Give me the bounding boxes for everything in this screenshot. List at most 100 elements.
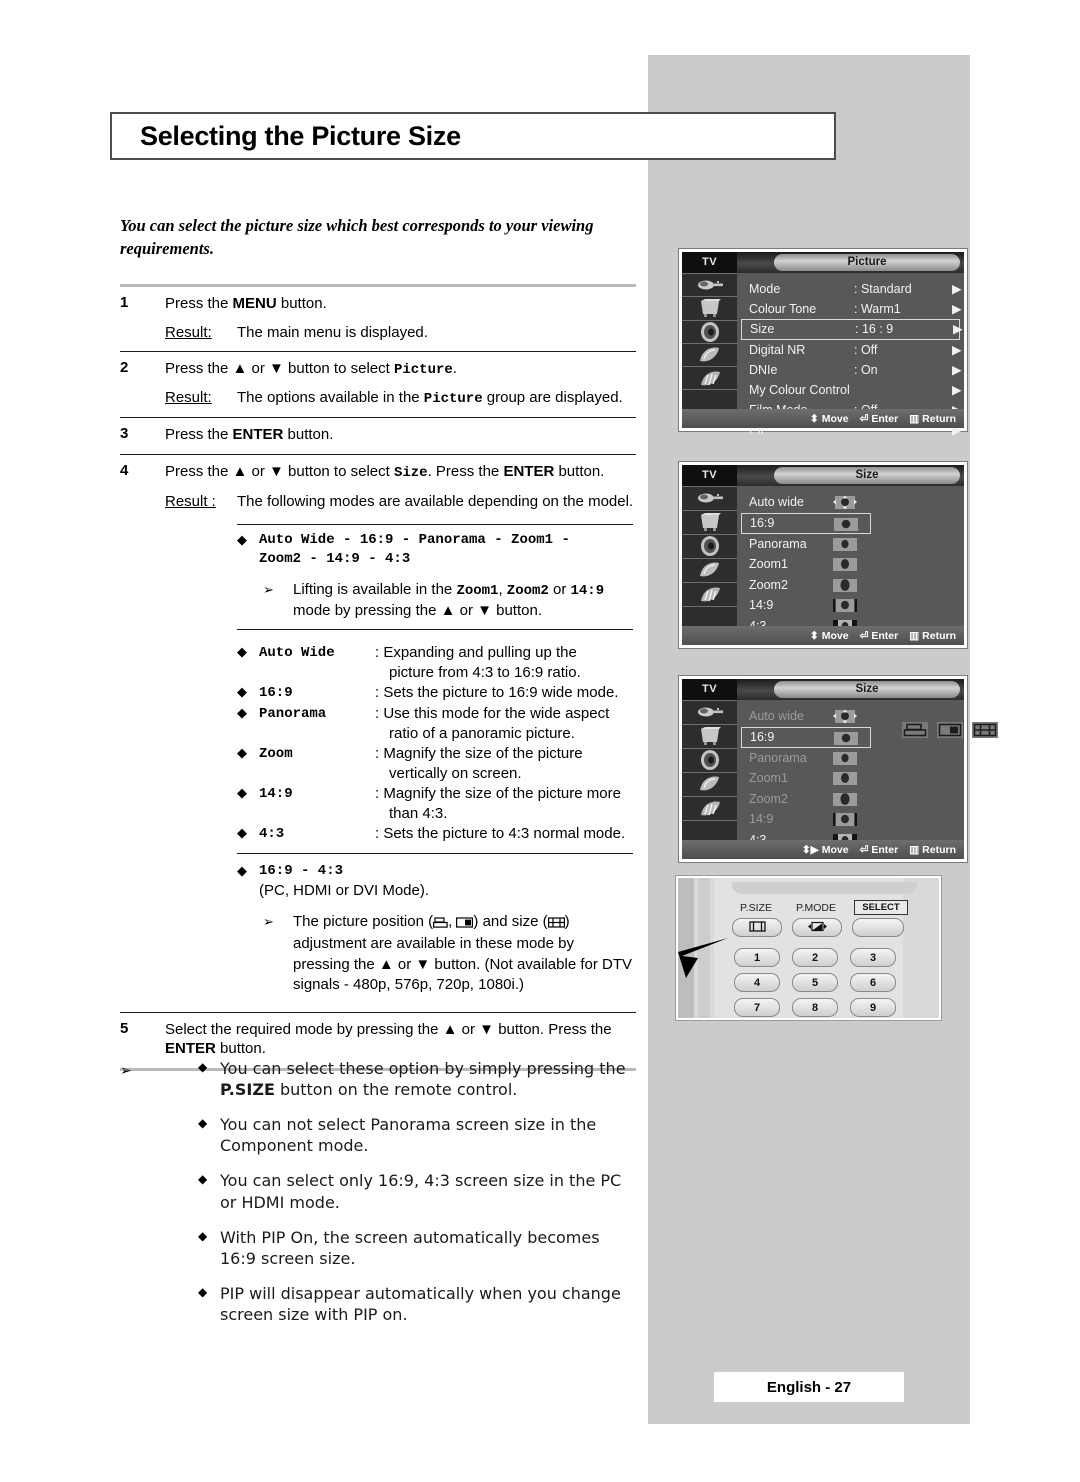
key-1-button[interactable]: 1	[734, 948, 780, 967]
sidebar-channel-icon[interactable]	[682, 344, 737, 368]
instruction-steps: 1 Press the MENU button. Result: The mai…	[120, 284, 636, 1072]
osd-size-row-zoom1[interactable]: Zoom1	[737, 768, 964, 789]
pmode-button[interactable]	[792, 918, 842, 937]
pmode-glyph-icon	[805, 921, 830, 935]
mode-sequence-line1: Auto Wide - 16:9 - Panorama - Zoom1 -	[259, 531, 570, 548]
key-4-button[interactable]: 4	[734, 973, 780, 992]
osd-size-row-panorama[interactable]: Panorama	[737, 534, 964, 555]
sidebar-input-icon[interactable]	[682, 701, 737, 725]
step-1: 1 Press the MENU button. Result: The mai…	[120, 287, 636, 351]
updown-icon: ⬍	[809, 412, 819, 425]
result-text: The main menu is displayed.	[237, 323, 428, 341]
chevron-right-icon: ▶	[952, 302, 962, 316]
sidebar-setup-icon[interactable]	[682, 367, 737, 391]
sidebar-sound-icon[interactable]	[682, 749, 737, 773]
osd-row-digital-nr[interactable]: Digital NR : Off ▶	[737, 340, 964, 360]
osd-row-my-colour-control[interactable]: My Colour Control ▶	[737, 380, 964, 400]
diamond-bullet-icon: ◆	[198, 1228, 208, 1243]
sidebar-picture-icon[interactable]	[682, 725, 737, 749]
key-2-button[interactable]: 2	[792, 948, 838, 967]
mode-definition-list: ◆ Auto Wide : Expanding and pulling up t…	[237, 636, 633, 845]
mode-name: Zoom	[259, 745, 293, 762]
tip-post: mode by pressing the ▲ or ▼ button.	[293, 601, 542, 619]
key-3-button[interactable]: 3	[850, 948, 896, 967]
tip-mono-zoom2: Zoom2	[506, 582, 549, 599]
osd-row-label: 14:9	[749, 598, 774, 612]
step-text-post: button.	[283, 426, 334, 444]
remote-control-illustration: P.SIZE P.MODE SELECT 1 2 3 4 5 6 7 8 9	[675, 875, 942, 1021]
tip-mono-zoom1: Zoom1	[456, 582, 499, 599]
sidebar-picture-icon[interactable]	[682, 297, 737, 321]
sidebar-setup-icon[interactable]	[682, 797, 737, 821]
osd-size-row-169[interactable]: 16:9	[741, 512, 871, 534]
osd-row-value: : Off	[854, 343, 878, 357]
select-button[interactable]	[852, 918, 904, 937]
osd-sidebar	[682, 486, 737, 626]
osd-size-row-zoom2[interactable]: Zoom2	[737, 575, 964, 596]
arrow-bullet-icon: ➢	[263, 581, 274, 597]
sidebar-sound-icon[interactable]	[682, 321, 737, 344]
intro-text: You can select the picture size which be…	[120, 216, 594, 259]
step-3: 3 Press the ENTER button.	[120, 418, 636, 454]
step-result: Result: The main menu is displayed.	[165, 323, 636, 343]
osd-source-label: TV	[682, 252, 737, 273]
sidebar-input-icon[interactable]	[682, 487, 737, 511]
sidebar-setup-icon[interactable]	[682, 583, 737, 607]
osd-footer-enter: Enter	[871, 629, 899, 642]
sidebar-picture-icon[interactable]	[682, 511, 737, 535]
key-7-button[interactable]: 7	[734, 998, 780, 1017]
osd-source-label: TV	[682, 679, 737, 700]
page-title-box: Selecting the Picture Size	[110, 112, 836, 160]
mode-desc: : Sets the picture to 16:9 wide mode.	[375, 683, 619, 701]
key-8-button[interactable]: 8	[792, 998, 838, 1017]
mode-name: Panorama	[259, 705, 327, 722]
osd-size-row-zoom2[interactable]: Zoom2	[737, 789, 964, 810]
sidebar-channel-icon[interactable]	[682, 773, 737, 797]
osd-row-label: DNIe	[749, 363, 778, 377]
osd-row-colour-tone[interactable]: Colour Tone : Warm1 ▶	[737, 299, 964, 319]
chevron-right-icon: ▶	[952, 383, 962, 397]
osd-row-dnie[interactable]: DNIe : On ▶	[737, 360, 964, 380]
osd-size-row-169[interactable]: 16:9	[741, 726, 871, 748]
osd-footer-move: Move	[821, 629, 849, 642]
key-9-button[interactable]: 9	[850, 998, 896, 1017]
diamond-bullet-icon: ◆	[198, 1172, 208, 1187]
step-text-bold: MENU	[232, 295, 277, 312]
key-5-button[interactable]: 5	[792, 973, 838, 992]
osd-titlebar: TV Size	[682, 465, 964, 486]
h-position-icon[interactable]	[937, 722, 963, 743]
osd-footer-enter: Enter	[871, 412, 899, 425]
osd-source-label: TV	[682, 465, 737, 486]
size-adjust-icon[interactable]	[972, 722, 998, 743]
pcmode-tip-c: ) and size (	[473, 912, 548, 930]
psize-button[interactable]	[732, 918, 782, 937]
osd-size-row-149[interactable]: 14:9	[737, 809, 964, 830]
osd-row-value: : 16 : 9	[855, 322, 894, 336]
osd-size-row-panorama[interactable]: Panorama	[737, 748, 964, 769]
osd-row-label: Auto wide	[749, 709, 804, 723]
sidebar-sound-icon[interactable]	[682, 535, 737, 559]
pcmode-block: ◆ 16:9 - 4:3 (PC, HDMI or DVI Mode).	[237, 854, 633, 903]
key-6-button[interactable]: 6	[850, 973, 896, 992]
v-position-icon[interactable]	[902, 722, 928, 743]
sidebar-input-icon[interactable]	[682, 274, 737, 298]
page-footer: English - 27	[714, 1372, 904, 1402]
osd-size-row-zoom1[interactable]: Zoom1	[737, 554, 964, 575]
note-text: With PIP On, the screen automatically be…	[220, 1227, 600, 1268]
mode-definition: ◆ Auto Wide : Expanding and pulling up t…	[237, 636, 633, 683]
result-label: Result:	[165, 323, 212, 341]
mode-desc-cont: vertically on screen.	[389, 764, 522, 782]
osd-row-label: Digital NR	[749, 343, 806, 357]
mode-name: 16:9	[259, 684, 293, 701]
osd-row-size[interactable]: Size : 16 : 9 ▶	[741, 319, 963, 340]
osd-size-row-auto-wide[interactable]: Auto wide	[737, 492, 964, 513]
mode-name: Auto Wide	[259, 645, 335, 662]
mode-desc-cont: picture from 4:3 to 16:9 ratio.	[389, 664, 581, 681]
sidebar-channel-icon[interactable]	[682, 559, 737, 583]
result-text-pre: The options available in the	[237, 389, 424, 407]
osd-size-row-149[interactable]: 14:9	[737, 595, 964, 616]
osd-footer: ⬍ Move ⏎ Enter ▥ Return	[682, 409, 964, 428]
mode-desc: : Magnify the size of the picture more	[375, 784, 621, 802]
osd-row-mode[interactable]: Mode : Standard ▶	[737, 279, 964, 299]
osd-body: Mode : Standard ▶ Colour Tone : Warm1 ▶ …	[737, 273, 964, 437]
